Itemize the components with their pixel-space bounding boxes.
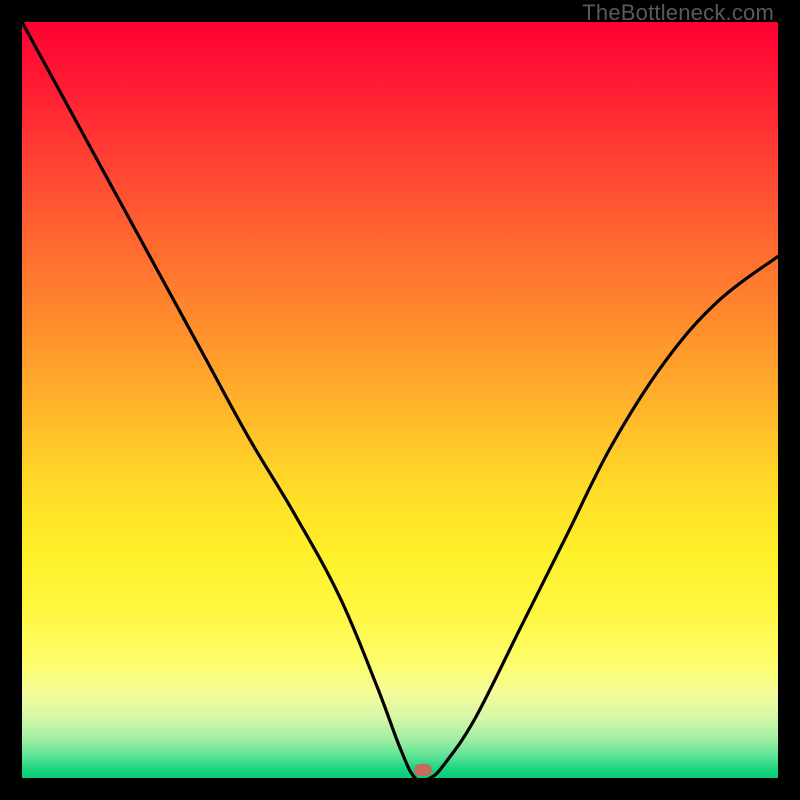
plot-area xyxy=(22,22,778,778)
bottleneck-curve-path xyxy=(22,22,778,781)
minimum-marker xyxy=(414,764,432,776)
watermark-text: TheBottleneck.com xyxy=(582,0,774,26)
curve-layer xyxy=(22,22,778,778)
bottleneck-chart: TheBottleneck.com xyxy=(0,0,800,800)
